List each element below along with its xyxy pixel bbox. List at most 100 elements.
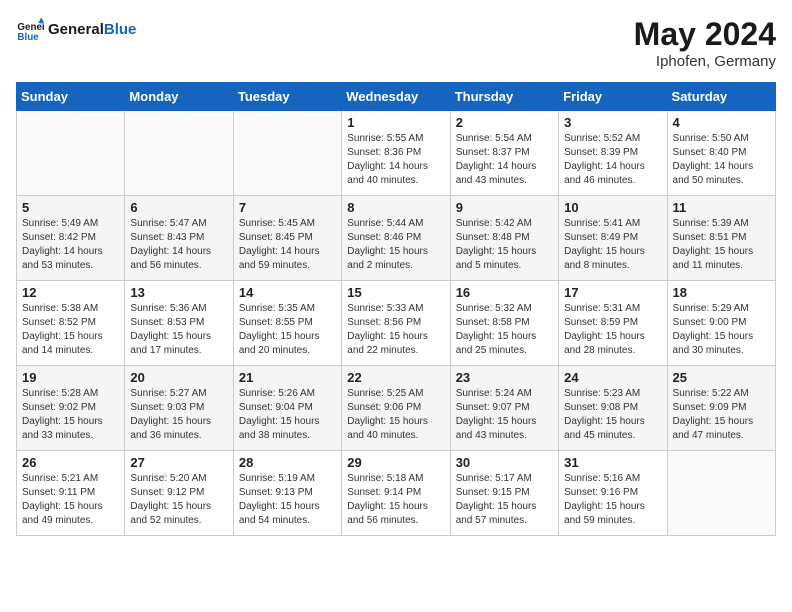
day-number: 17: [564, 285, 661, 300]
calendar-cell: 24 Sunrise: 5:23 AM Sunset: 9:08 PM Dayli…: [559, 366, 667, 451]
day-number: 19: [22, 370, 119, 385]
day-info: Sunrise: 5:16 AM Sunset: 9:16 PM Dayligh…: [564, 472, 661, 528]
calendar-week-row: 5 Sunrise: 5:49 AM Sunset: 8:42 PM Daylig…: [17, 196, 776, 281]
calendar-cell: 7 Sunrise: 5:45 AM Sunset: 8:45 PM Daylig…: [233, 196, 341, 281]
day-info: Sunrise: 5:45 AM Sunset: 8:45 PM Dayligh…: [239, 217, 336, 273]
day-info: Sunrise: 5:24 AM Sunset: 9:07 PM Dayligh…: [456, 387, 553, 443]
weekday-header-friday: Friday: [559, 83, 667, 111]
calendar-cell: 21Sunrise: 5:26 AM Sunset: 9:04 PM Dayli…: [233, 366, 341, 451]
day-info: Sunrise: 5:42 AM Sunset: 8:48 PM Dayligh…: [456, 217, 553, 273]
day-info: Sunrise: 5:33 AM Sunset: 8:56 PM Dayligh…: [347, 302, 444, 358]
day-info: Sunrise: 5:28 AM Sunset: 9:02 PM Dayligh…: [22, 387, 119, 443]
day-info: Sunrise: 5:52 AM Sunset: 8:39 PM Dayligh…: [564, 132, 661, 188]
calendar-cell: [125, 111, 233, 196]
day-number: 24: [564, 370, 661, 385]
calendar-title: May 2024: [634, 16, 776, 53]
calendar-cell: 17 Sunrise: 5:31 AM Sunset: 8:59 PM Dayli…: [559, 281, 667, 366]
logo-blue: Blue: [104, 21, 137, 38]
weekday-header-saturday: Saturday: [667, 83, 775, 111]
calendar-cell: 1 Sunrise: 5:55 AM Sunset: 8:36 PM Daylig…: [342, 111, 450, 196]
day-info: Sunrise: 5:17 AM Sunset: 9:15 PM Dayligh…: [456, 472, 553, 528]
day-number: 18: [673, 285, 770, 300]
day-number: 12: [22, 285, 119, 300]
day-info: Sunrise: 5:32 AM Sunset: 8:58 PM Dayligh…: [456, 302, 553, 358]
day-info: Sunrise: 5:44 AM Sunset: 8:46 PM Dayligh…: [347, 217, 444, 273]
calendar-cell: 26Sunrise: 5:21 AM Sunset: 9:11 PM Dayli…: [17, 451, 125, 536]
day-number: 27: [130, 455, 227, 470]
calendar-cell: 9 Sunrise: 5:42 AM Sunset: 8:48 PM Daylig…: [450, 196, 558, 281]
day-number: 5: [22, 200, 119, 215]
day-info: Sunrise: 5:54 AM Sunset: 8:37 PM Dayligh…: [456, 132, 553, 188]
calendar-cell: 18 Sunrise: 5:29 AM Sunset: 9:00 PM Dayli…: [667, 281, 775, 366]
day-info: Sunrise: 5:38 AM Sunset: 8:52 PM Dayligh…: [22, 302, 119, 358]
calendar-cell: 13Sunrise: 5:36 AM Sunset: 8:53 PM Dayli…: [125, 281, 233, 366]
day-info: Sunrise: 5:49 AM Sunset: 8:42 PM Dayligh…: [22, 217, 119, 273]
day-info: Sunrise: 5:22 AM Sunset: 9:09 PM Dayligh…: [673, 387, 770, 443]
calendar-cell: 5 Sunrise: 5:49 AM Sunset: 8:42 PM Daylig…: [17, 196, 125, 281]
calendar-cell: 11Sunrise: 5:39 AM Sunset: 8:51 PM Dayli…: [667, 196, 775, 281]
day-info: Sunrise: 5:27 AM Sunset: 9:03 PM Dayligh…: [130, 387, 227, 443]
day-number: 13: [130, 285, 227, 300]
calendar-subtitle: Iphofen, Germany: [634, 53, 776, 70]
calendar-cell: 27Sunrise: 5:20 AM Sunset: 9:12 PM Dayli…: [125, 451, 233, 536]
day-number: 15: [347, 285, 444, 300]
day-number: 22: [347, 370, 444, 385]
logo-text-block: GeneralBlue: [48, 22, 136, 39]
day-info: Sunrise: 5:31 AM Sunset: 8:59 PM Dayligh…: [564, 302, 661, 358]
calendar-cell: 28 Sunrise: 5:19 AM Sunset: 9:13 PM Dayli…: [233, 451, 341, 536]
calendar-week-row: 12 Sunrise: 5:38 AM Sunset: 8:52 PM Dayli…: [17, 281, 776, 366]
logo-icon: General Blue: [16, 16, 44, 44]
calendar-cell: 22 Sunrise: 5:25 AM Sunset: 9:06 PM Dayli…: [342, 366, 450, 451]
day-number: 8: [347, 200, 444, 215]
day-info: Sunrise: 5:29 AM Sunset: 9:00 PM Dayligh…: [673, 302, 770, 358]
calendar-cell: 6 Sunrise: 5:47 AM Sunset: 8:43 PM Daylig…: [125, 196, 233, 281]
day-number: 28: [239, 455, 336, 470]
weekday-header-wednesday: Wednesday: [342, 83, 450, 111]
calendar-cell: 29Sunrise: 5:18 AM Sunset: 9:14 PM Dayli…: [342, 451, 450, 536]
calendar-body: 1 Sunrise: 5:55 AM Sunset: 8:36 PM Daylig…: [17, 111, 776, 536]
day-info: Sunrise: 5:18 AM Sunset: 9:14 PM Dayligh…: [347, 472, 444, 528]
weekday-header-thursday: Thursday: [450, 83, 558, 111]
weekday-header-sunday: Sunday: [17, 83, 125, 111]
day-info: Sunrise: 5:41 AM Sunset: 8:49 PM Dayligh…: [564, 217, 661, 273]
day-info: Sunrise: 5:55 AM Sunset: 8:36 PM Dayligh…: [347, 132, 444, 188]
page-header: General Blue GeneralBlue May 2024 Iphofe…: [16, 16, 776, 70]
day-number: 31: [564, 455, 661, 470]
day-number: 16: [456, 285, 553, 300]
calendar-cell: 10Sunrise: 5:41 AM Sunset: 8:49 PM Dayli…: [559, 196, 667, 281]
day-info: Sunrise: 5:19 AM Sunset: 9:13 PM Dayligh…: [239, 472, 336, 528]
logo: General Blue GeneralBlue: [16, 16, 136, 44]
calendar-header: SundayMondayTuesdayWednesdayThursdayFrid…: [17, 83, 776, 111]
weekday-header-tuesday: Tuesday: [233, 83, 341, 111]
calendar-cell: [667, 451, 775, 536]
calendar-cell: 31 Sunrise: 5:16 AM Sunset: 9:16 PM Dayli…: [559, 451, 667, 536]
calendar-cell: 3Sunrise: 5:52 AM Sunset: 8:39 PM Daylig…: [559, 111, 667, 196]
day-number: 20: [130, 370, 227, 385]
calendar-cell: 2 Sunrise: 5:54 AM Sunset: 8:37 PM Daylig…: [450, 111, 558, 196]
day-number: 2: [456, 115, 553, 130]
day-info: Sunrise: 5:35 AM Sunset: 8:55 PM Dayligh…: [239, 302, 336, 358]
day-number: 21: [239, 370, 336, 385]
day-number: 30: [456, 455, 553, 470]
day-number: 4: [673, 115, 770, 130]
day-number: 9: [456, 200, 553, 215]
calendar-cell: 12 Sunrise: 5:38 AM Sunset: 8:52 PM Dayli…: [17, 281, 125, 366]
svg-text:Blue: Blue: [17, 32, 39, 43]
weekday-header-monday: Monday: [125, 83, 233, 111]
calendar-week-row: 19 Sunrise: 5:28 AM Sunset: 9:02 PM Dayli…: [17, 366, 776, 451]
day-number: 1: [347, 115, 444, 130]
day-info: Sunrise: 5:23 AM Sunset: 9:08 PM Dayligh…: [564, 387, 661, 443]
calendar-cell: 25Sunrise: 5:22 AM Sunset: 9:09 PM Dayli…: [667, 366, 775, 451]
day-info: Sunrise: 5:25 AM Sunset: 9:06 PM Dayligh…: [347, 387, 444, 443]
day-number: 7: [239, 200, 336, 215]
calendar-cell: [233, 111, 341, 196]
day-number: 23: [456, 370, 553, 385]
weekday-header-row: SundayMondayTuesdayWednesdayThursdayFrid…: [17, 83, 776, 111]
calendar-cell: [17, 111, 125, 196]
calendar-cell: 4Sunrise: 5:50 AM Sunset: 8:40 PM Daylig…: [667, 111, 775, 196]
day-info: Sunrise: 5:47 AM Sunset: 8:43 PM Dayligh…: [130, 217, 227, 273]
day-number: 14: [239, 285, 336, 300]
calendar-cell: 15 Sunrise: 5:33 AM Sunset: 8:56 PM Dayli…: [342, 281, 450, 366]
day-number: 6: [130, 200, 227, 215]
day-info: Sunrise: 5:39 AM Sunset: 8:51 PM Dayligh…: [673, 217, 770, 273]
